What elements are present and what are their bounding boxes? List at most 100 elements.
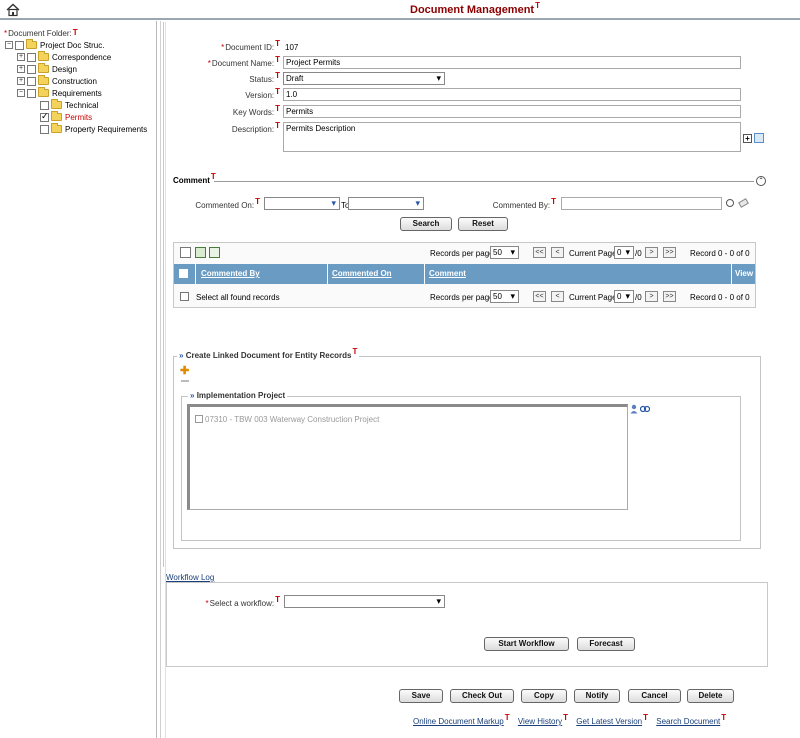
tree-checkbox[interactable] — [27, 88, 36, 98]
commented-on-to-select[interactable] — [348, 197, 424, 210]
save-button[interactable]: Save — [399, 689, 443, 703]
collapse-icon[interactable]: − — [5, 41, 13, 49]
copy-record-icon[interactable] — [195, 247, 206, 258]
tree-root-label: * Document Folder: T — [4, 28, 78, 38]
tree-item-construction[interactable]: + Construction — [17, 75, 97, 87]
column-comment[interactable]: Comment — [429, 269, 466, 278]
comment-section-title: CommentT — [173, 172, 216, 185]
column-view: View — [735, 269, 754, 278]
tree-checkbox[interactable] — [40, 100, 49, 110]
reset-button[interactable]: Reset — [458, 217, 508, 231]
workflow-select[interactable] — [284, 595, 445, 608]
last-page-button-bottom[interactable]: >> — [663, 291, 676, 302]
tree-item-project-doc-struc[interactable]: − Project Doc Struc. — [5, 39, 104, 51]
collapse-chevron-icon[interactable]: » — [190, 391, 194, 400]
spellcheck-icon[interactable] — [754, 133, 764, 143]
get-latest-version-link[interactable]: Get Latest Version — [576, 717, 642, 726]
first-page-button-bottom[interactable]: << — [533, 291, 546, 302]
folder-icon — [26, 39, 37, 49]
expand-icon[interactable]: + — [17, 65, 25, 73]
workflow-log-link[interactable]: Workflow Log — [166, 573, 214, 582]
tree-checkbox[interactable] — [27, 76, 36, 86]
status-select[interactable]: Draft — [283, 72, 445, 85]
translate-marker[interactable]: T — [535, 1, 540, 10]
export-record-icon[interactable] — [209, 247, 220, 258]
user-lookup-icon[interactable] — [630, 404, 638, 414]
view-history-link[interactable]: View History — [518, 717, 562, 726]
search-button[interactable]: Search — [400, 217, 452, 231]
records-per-page-select-bottom[interactable]: 50 — [490, 290, 519, 303]
prev-page-button-bottom[interactable]: < — [551, 291, 564, 302]
search-document-link[interactable]: Search Document — [656, 717, 720, 726]
tree-checkbox[interactable] — [15, 40, 24, 50]
collapse-chevron-icon[interactable]: » — [179, 351, 183, 360]
cancel-button[interactable]: Cancel — [628, 689, 681, 703]
folder-icon — [38, 51, 49, 61]
column-commented-by[interactable]: Commented By — [201, 269, 260, 278]
search-icon[interactable] — [726, 199, 734, 207]
folder-icon — [38, 75, 49, 85]
forecast-button[interactable]: Forecast — [577, 637, 635, 651]
remove-link-icon[interactable] — [181, 380, 189, 382]
records-per-page-label-top: Records per page — [430, 249, 494, 258]
pane-divider[interactable] — [160, 21, 161, 738]
main-left-border — [163, 22, 164, 567]
expand-icon[interactable]: + — [17, 77, 25, 85]
add-link-icon[interactable]: ✚ — [180, 366, 189, 377]
delete-button[interactable]: Delete — [687, 689, 734, 703]
tree-item-permits[interactable]: Permits — [40, 111, 92, 123]
tree-checkbox[interactable] — [40, 124, 49, 134]
folder-icon — [38, 87, 49, 97]
select-all-found-checkbox[interactable] — [180, 292, 189, 301]
start-workflow-button[interactable]: Start Workflow — [484, 637, 569, 651]
workflow-panel — [166, 582, 768, 667]
commented-by-input[interactable] — [561, 197, 722, 210]
folder-icon — [51, 111, 62, 121]
doc-name-input[interactable]: Project Permits — [283, 56, 741, 69]
grid-select-all-checkbox[interactable] — [179, 269, 188, 278]
records-per-page-select-top[interactable]: 50 — [490, 246, 519, 259]
column-commented-on[interactable]: Commented On — [332, 269, 392, 278]
status-label: Status:T — [249, 71, 280, 84]
current-page-label-top: Current Page — [569, 249, 617, 258]
commented-on-from-select[interactable] — [264, 197, 340, 210]
online-document-markup-link[interactable]: Online Document Markup — [413, 717, 504, 726]
prev-page-button-top[interactable]: < — [551, 247, 564, 258]
tree-checkbox[interactable] — [27, 64, 36, 74]
tree-item-property-requirements[interactable]: Property Requirements — [40, 123, 147, 135]
linked-record-item[interactable]: 07310 - TBW 003 Waterway Construction Pr… — [205, 415, 379, 424]
commented-on-label: Commented On:T — [195, 197, 260, 210]
version-label: Version:T — [245, 87, 280, 100]
add-record-icon[interactable] — [180, 247, 191, 258]
next-page-button-bottom[interactable]: > — [645, 291, 658, 302]
linked-record-checkbox[interactable] — [195, 415, 203, 423]
tree-item-design[interactable]: + Design — [17, 63, 77, 75]
last-page-button-top[interactable]: >> — [663, 247, 676, 258]
doc-id-value: 107 — [285, 43, 299, 52]
implementation-project-title: » Implementation Project — [188, 391, 288, 400]
tree-checkbox-checked[interactable] — [40, 111, 49, 122]
copy-button[interactable]: Copy — [521, 689, 567, 703]
tree-checkbox[interactable] — [27, 52, 36, 62]
folder-icon — [51, 123, 62, 133]
keywords-input[interactable]: Permits — [283, 105, 741, 118]
next-page-button-top[interactable]: > — [645, 247, 658, 258]
expand-text-icon[interactable]: + — [743, 134, 752, 143]
link-icon[interactable] — [639, 405, 651, 413]
expand-icon[interactable]: + — [17, 53, 25, 61]
collapse-section-icon[interactable]: ⌃ — [756, 176, 766, 186]
select-all-found-label: Select all found records — [196, 293, 280, 302]
tree-item-technical[interactable]: Technical — [40, 99, 98, 111]
select-workflow-label: *Select a workflow:T — [205, 595, 280, 608]
tree-item-correspondence[interactable]: + Correspondence — [17, 51, 111, 63]
first-page-button-top[interactable]: << — [533, 247, 546, 258]
description-textarea[interactable]: Permits Description — [283, 122, 741, 152]
check-out-button[interactable]: Check Out — [450, 689, 514, 703]
doc-id-label: *Document ID:T — [221, 39, 280, 52]
current-page-select-top[interactable]: 0 — [614, 246, 634, 259]
tree-item-requirements[interactable]: − Requirements — [17, 87, 102, 99]
version-input[interactable]: 1.0 — [283, 88, 741, 101]
collapse-icon[interactable]: − — [17, 89, 25, 97]
notify-button[interactable]: Notify — [574, 689, 620, 703]
current-page-select-bottom[interactable]: 0 — [614, 290, 634, 303]
